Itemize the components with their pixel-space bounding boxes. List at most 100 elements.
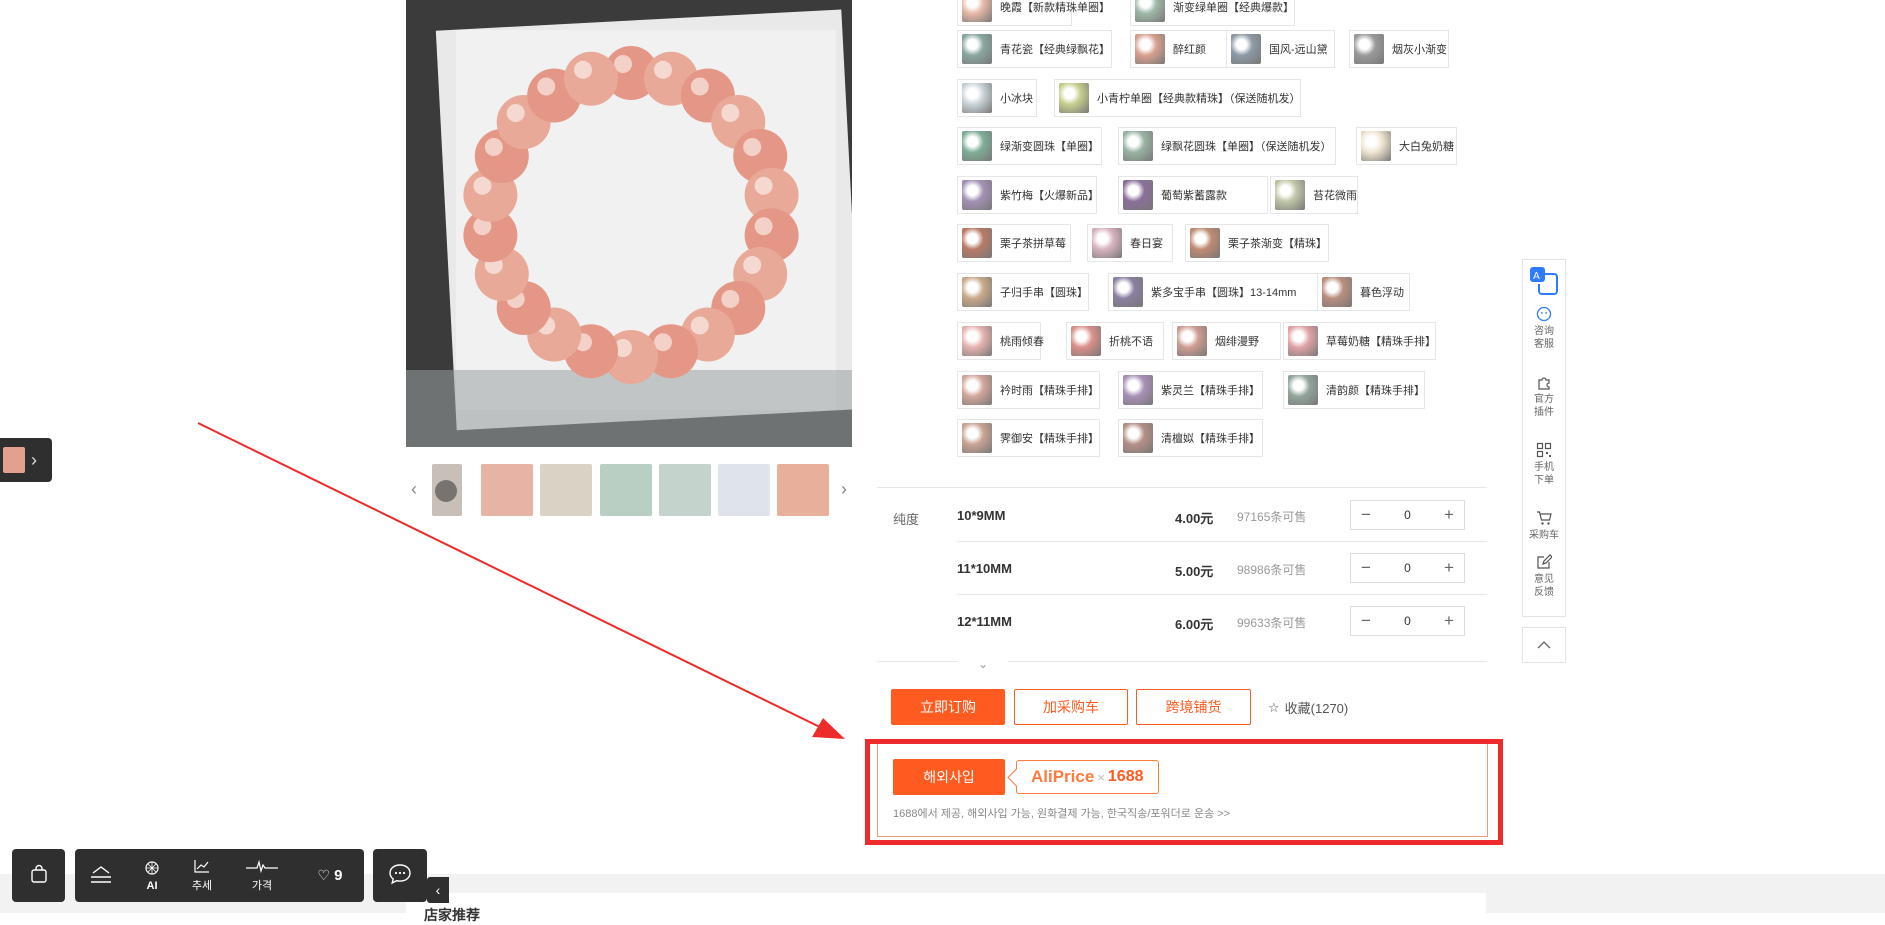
back-to-top-button[interactable] (1522, 627, 1566, 663)
buy-now-button[interactable]: 立即订购 (891, 689, 1005, 725)
bead-highlight (690, 316, 709, 335)
variant-chip[interactable]: 栗子茶拼草莓 (957, 224, 1071, 262)
variant-chip[interactable]: 春日宴 (1087, 224, 1173, 262)
expand-chevron-icon[interactable]: ⌄ (958, 658, 1008, 672)
variant-label: 衿时雨【精珠手排】 (1000, 385, 1099, 397)
sidebar-item-cart[interactable]: 采购车 (1523, 510, 1565, 542)
variant-chip[interactable]: 子归手串【圆珠】 (957, 273, 1089, 311)
thumb-prev-icon[interactable]: ‹ (406, 464, 422, 514)
minus-icon[interactable]: − (1351, 501, 1381, 529)
variant-chip[interactable]: 衿时雨【精珠手排】 (957, 371, 1100, 409)
variant-chip[interactable]: 暮色浮动 (1317, 273, 1410, 311)
price-button[interactable]: 가격 (227, 849, 297, 902)
toolbar-chat[interactable] (373, 849, 427, 902)
variant-chip[interactable]: 渐变绿单圈【经典爆款】 (1130, 0, 1295, 26)
variant-chip[interactable]: 青花瓷【经典绿飘花】 (957, 30, 1112, 68)
variant-swatch (1113, 277, 1143, 307)
variant-chip[interactable]: 烟灰小渐变 (1349, 30, 1449, 68)
translate-icon[interactable]: A (1523, 264, 1565, 301)
bead-highlight (537, 77, 556, 96)
thumb-image[interactable] (600, 464, 652, 516)
variant-chip[interactable]: 霁御安【精珠手排】 (957, 419, 1100, 457)
variant-chip[interactable]: 葡萄紫蓄露款 (1118, 176, 1268, 214)
overseas-buy-button[interactable]: 해외사입 (893, 759, 1005, 795)
history-tab[interactable]: › (0, 438, 52, 482)
variant-chip[interactable]: 绿飘花圆珠【单圈】（保送随机发） (1118, 127, 1336, 165)
variant-chip[interactable]: 桃雨倾春 (957, 322, 1044, 360)
quantity-value[interactable]: 0 (1381, 614, 1434, 628)
variant-label: 大白兔奶糖 (1399, 141, 1454, 153)
toolbar-collapse-icon[interactable]: ‹ (427, 877, 449, 903)
sidebar-item-mobile[interactable]: 手机下单 (1523, 442, 1565, 487)
variant-label: 霁御安【精珠手排】 (1000, 433, 1099, 445)
add-cart-button[interactable]: 加采购车 (1014, 689, 1128, 725)
variant-swatch (1059, 83, 1089, 113)
cross-border-button[interactable]: 跨境铺货 (1136, 689, 1251, 725)
thumb-image[interactable] (659, 464, 711, 516)
aliprice-logo[interactable]: AliPrice × 1688 (1016, 760, 1159, 794)
variant-label: 烟绯漫野 (1215, 336, 1259, 348)
trend-button[interactable]: 추세 (177, 849, 227, 902)
quantity-stepper[interactable]: − 0 + (1350, 500, 1465, 530)
minus-icon[interactable]: − (1351, 607, 1381, 635)
wishlist-button[interactable]: ♡ 9 (300, 849, 360, 902)
bead-highlight (754, 217, 773, 236)
bag-button[interactable] (12, 849, 65, 902)
thumb-next-icon[interactable]: › (836, 464, 852, 514)
sidebar-item-service[interactable]: 咨询客服 (1523, 306, 1565, 351)
thumb-image[interactable] (718, 464, 770, 516)
thumbnail-strip: ‹ › (406, 459, 852, 519)
quantity-value[interactable]: 0 (1381, 561, 1434, 575)
chat-button[interactable] (373, 849, 427, 902)
variant-chip[interactable]: 烟绯漫野 (1172, 322, 1281, 360)
thumb-image[interactable] (540, 464, 592, 516)
aliprice-note-link[interactable]: 1688에서 제공, 해외사입 가능, 원화결제 가능, 한국직송/포워더로 운… (893, 805, 1230, 821)
spec-label: 纯度 (893, 512, 920, 527)
product-main-image[interactable] (406, 0, 852, 447)
bag-icon (30, 864, 47, 883)
variant-chip[interactable]: 折桃不语 (1066, 322, 1164, 360)
minus-icon[interactable]: − (1351, 554, 1381, 582)
variant-chip[interactable]: 小青柠单圈【经典款精珠】（保送随机发） (1054, 79, 1301, 117)
variant-swatch (1123, 180, 1153, 210)
layers-icon (91, 865, 111, 883)
sidebar-item-plugin[interactable]: 官方插件 (1523, 374, 1565, 419)
quantity-value[interactable]: 0 (1381, 508, 1434, 522)
variant-chip[interactable]: 清韵颜【精珠手排】 (1283, 371, 1425, 409)
variant-swatch (962, 228, 992, 258)
favorite-button[interactable]: ☆ 收藏(1270) (1268, 698, 1348, 717)
toolbar-main: AI 추세 가격 ♡ 9 (75, 849, 364, 902)
sidebar-label: 手机下单 (1534, 462, 1554, 486)
variant-chip[interactable]: 清檀姒【精珠手排】 (1118, 419, 1263, 457)
variant-chip[interactable]: 栗子茶渐变【精珠】 (1185, 224, 1329, 262)
variant-chip[interactable]: 国风-远山黛 (1226, 30, 1335, 68)
thumb-image[interactable] (481, 464, 533, 516)
plus-icon[interactable]: + (1434, 554, 1464, 582)
variant-chip[interactable]: 草莓奶糖【精珠手排】 (1283, 322, 1436, 360)
thumb-image[interactable] (777, 464, 829, 516)
toolbar-bag[interactable] (12, 849, 65, 902)
plus-icon[interactable]: + (1434, 501, 1464, 529)
variant-chip[interactable]: 绿渐变圆珠【单圈】 (957, 127, 1102, 165)
variant-chip[interactable]: 大白兔奶糖 (1356, 127, 1457, 165)
spec-price: 5.00元 (1175, 564, 1214, 579)
variant-chip[interactable]: 醉红颜 (1130, 30, 1230, 68)
history-thumbnail (3, 447, 25, 473)
quantity-stepper[interactable]: − 0 + (1350, 606, 1465, 636)
sidebar-label: 采购车 (1529, 530, 1559, 541)
variant-chip[interactable]: 小冰块 (957, 79, 1037, 117)
variant-swatch (962, 375, 992, 405)
variant-chip[interactable]: 紫灵兰【精珠手排】 (1118, 371, 1263, 409)
ai-button[interactable]: AI (127, 849, 177, 902)
sidebar-item-feedback[interactable]: 意见反馈 (1523, 554, 1565, 599)
thumb-video[interactable] (432, 464, 462, 516)
variant-label: 烟灰小渐变 (1392, 44, 1447, 56)
variant-chip[interactable]: 紫多宝手串【圆珠】13-14mm (1108, 273, 1329, 311)
variant-chip[interactable]: 苔花微雨 (1270, 176, 1358, 214)
quantity-stepper[interactable]: − 0 + (1350, 553, 1465, 583)
spec-size: 11*10MM (957, 561, 1012, 576)
variant-chip[interactable]: 紫竹梅【火爆新品】 (957, 176, 1099, 214)
variant-chip[interactable]: 晚霞【新款精珠单圈】 (957, 0, 1110, 26)
menu-button[interactable] (75, 849, 127, 902)
plus-icon[interactable]: + (1434, 607, 1464, 635)
